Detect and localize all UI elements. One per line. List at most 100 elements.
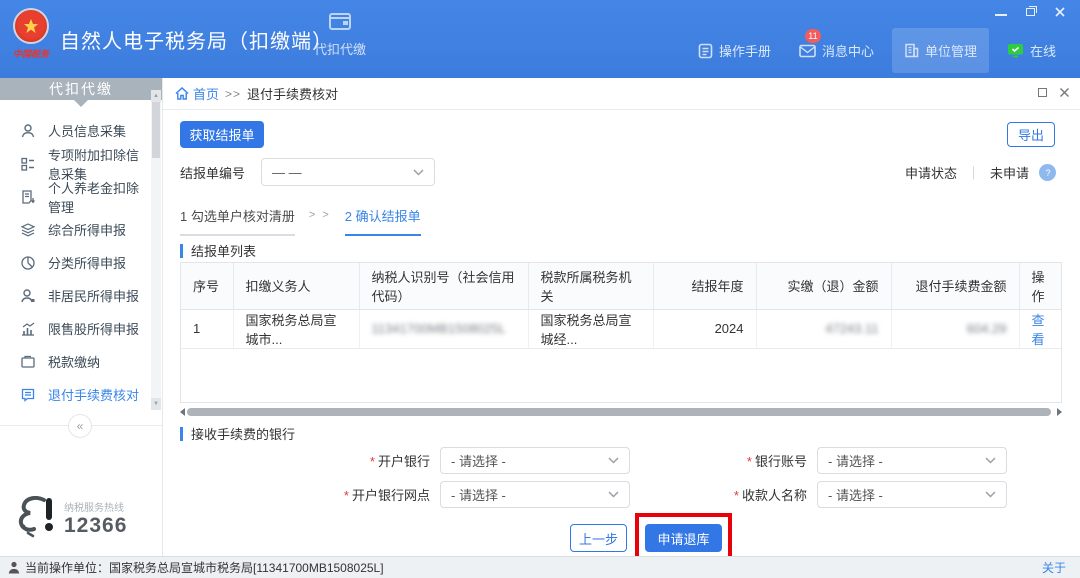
window-controls [994,6,1068,18]
cell-agent: 国家税务总局宣城市... [233,309,359,348]
bar-chart-icon [20,321,36,337]
restore-tab-icon[interactable] [1038,88,1047,97]
menu-item-manual[interactable]: 操作手册 [688,33,781,68]
tab-window-icons [1038,87,1070,98]
horizontal-scroll-track[interactable] [187,408,1055,416]
bank-form-row-2: *开户银行网点 - 请选择 - *收款人名称 - 请选择 - [163,481,1080,508]
manual-icon [698,43,713,59]
org-icon [904,43,919,58]
sidebar-item-comprehensive-income[interactable]: 综合所得申报 [0,213,150,246]
status-label: 申请状态 [905,163,957,182]
sidebar-item-label: 分类所得申报 [48,253,126,272]
cell-fee-amount: 604.29 [891,309,1019,348]
svg-text:?: ? [1045,168,1050,178]
wallet-icon [20,354,36,370]
menu-item-online-status[interactable]: 在线 [997,33,1066,68]
close-button[interactable] [1054,6,1068,18]
scroll-up-icon[interactable]: ▲ [151,90,161,102]
scroll-left-icon[interactable] [180,408,185,416]
payee-name-label: *收款人名称 [717,485,807,504]
scroll-down-icon[interactable]: ▼ [151,398,161,410]
apply-refund-button[interactable]: 申请退库 [645,524,722,552]
sidebar-item-label: 综合所得申报 [48,220,126,239]
bank-account-select[interactable]: - 请选择 - [817,447,1007,474]
sidebar: 代扣代缴 人员信息采集 专项附加扣除信息采集 [0,78,163,556]
menu-item-online-label: 在线 [1030,41,1056,60]
sidebar-item-personnel-info[interactable]: 人员信息采集 [0,114,150,147]
col-fee-amount: 退付手续费金额 [891,263,1019,309]
fetch-statement-button[interactable]: 获取结报单 [180,121,264,148]
step-1-number: 1 [180,209,187,224]
sidebar-item-label: 税款缴纳 [48,352,100,371]
step-1-label: 勾选单户核对清册 [191,209,295,224]
horizontal-scroll-thumb[interactable] [187,408,1051,416]
sidebar-item-label: 人员信息采集 [48,121,126,140]
section-title-bar [180,427,183,441]
restore-button[interactable] [1024,6,1038,18]
chevron-down-icon [985,457,996,464]
tab-withholding[interactable]: 代扣代缴 [300,10,380,70]
hotline-number: 12366 [64,514,127,538]
close-tab-icon[interactable] [1059,87,1070,98]
statement-list-section-title: 结报单列表 [180,241,256,260]
export-button[interactable]: 导出 [1007,122,1055,147]
chevron-down-icon [608,457,619,464]
sidebar-nav: 人员信息采集 专项附加扣除信息采集 个人养老金扣除管理 [0,114,150,411]
chevron-down-icon [985,491,996,498]
sidebar-item-special-deduction[interactable]: 专项附加扣除信息采集 [0,147,150,180]
hotline-block: 纳税服务热线 12366 [16,496,127,540]
sidebar-item-restricted-stock[interactable]: 限售股所得申报 [0,312,150,345]
step-2-label: 确认结报单 [356,209,421,224]
person2-icon [20,288,36,304]
about-link[interactable]: 关于 [1042,559,1066,576]
layers-icon [20,222,36,238]
col-agent: 扣缴义务人 [233,263,359,309]
scroll-right-icon[interactable] [1057,408,1062,416]
bank-section-title: 接收手续费的银行 [180,424,295,443]
menu-item-messages[interactable]: 11 消息中心 [789,33,884,68]
minimize-button[interactable] [994,6,1008,18]
col-seq: 序号 [181,263,233,309]
view-link[interactable]: 查看 [1032,313,1045,347]
col-year: 结报年度 [653,263,756,309]
sidebar-item-tax-payment[interactable]: 税款缴纳 [0,345,150,378]
bank-name-select[interactable]: - 请选择 - [440,447,630,474]
sidebar-item-pension-deduction[interactable]: 个人养老金扣除管理 [0,180,150,213]
step-2-tab[interactable]: 2 确认结报单 [345,206,421,236]
main-content: 获取结报单 导出 结报单编号 — — 申请状态 ｜ 未申请 ? 1 勾选单户核对… [163,110,1080,556]
sidebar-scrollbar[interactable]: ▲ ▼ [151,90,161,410]
bank-account-label: *银行账号 [717,451,807,470]
table-row[interactable]: 1 国家税务总局宣城市... 11341700MB1508025L 国家税务总局… [181,309,1061,348]
statement-list-title-label: 结报单列表 [191,241,256,260]
horizontal-scrollbar[interactable] [180,407,1062,417]
payee-name-select[interactable]: - 请选择 - [817,481,1007,508]
header-menu: 操作手册 11 消息中心 单位管理 [688,28,1066,73]
sidebar-item-refund-fee-check[interactable]: 退付手续费核对 [0,378,150,411]
national-emblem-icon [13,8,49,44]
menu-item-unit-management[interactable]: 单位管理 [892,28,989,73]
sidebar-item-label: 限售股所得申报 [48,319,139,338]
sidebar-item-label: 个人养老金扣除管理 [48,178,150,216]
sidebar-item-nonresident-income[interactable]: 非居民所得申报 [0,279,150,312]
breadcrumb-home[interactable]: 首页 [175,84,219,103]
section-title-bar [180,244,183,258]
statement-table: 序号 扣缴义务人 纳税人识别号（社会信用代码） 税款所属税务机关 结报年度 实缴… [180,262,1062,403]
bank-account-value: - 请选择 - [828,451,883,470]
sidebar-item-label: 退付手续费核对 [48,385,139,404]
previous-step-button[interactable]: 上一步 [570,524,627,552]
col-tax-id: 纳税人识别号（社会信用代码） [359,263,528,309]
bank-branch-select[interactable]: - 请选择 - [440,481,630,508]
doc-lines-icon [20,387,36,403]
person-icon [20,123,36,139]
sidebar-item-classified-income[interactable]: 分类所得申报 [0,246,150,279]
help-icon[interactable]: ? [1039,164,1056,181]
hotline-label: 纳税服务热线 [64,499,127,514]
scrollbar-thumb[interactable] [152,102,160,158]
pie-icon [20,255,36,271]
menu-item-unit-management-label: 单位管理 [925,41,977,60]
sidebar-collapse-button[interactable]: « [68,414,92,438]
statement-no-select[interactable]: — — [261,158,435,186]
current-unit-text: 当前操作单位：国家税务总局宣城市税务局[11341700MB1508025L] [25,559,384,576]
step-1-tab[interactable]: 1 勾选单户核对清册 [180,206,295,236]
bank-title-label: 接收手续费的银行 [191,424,295,443]
